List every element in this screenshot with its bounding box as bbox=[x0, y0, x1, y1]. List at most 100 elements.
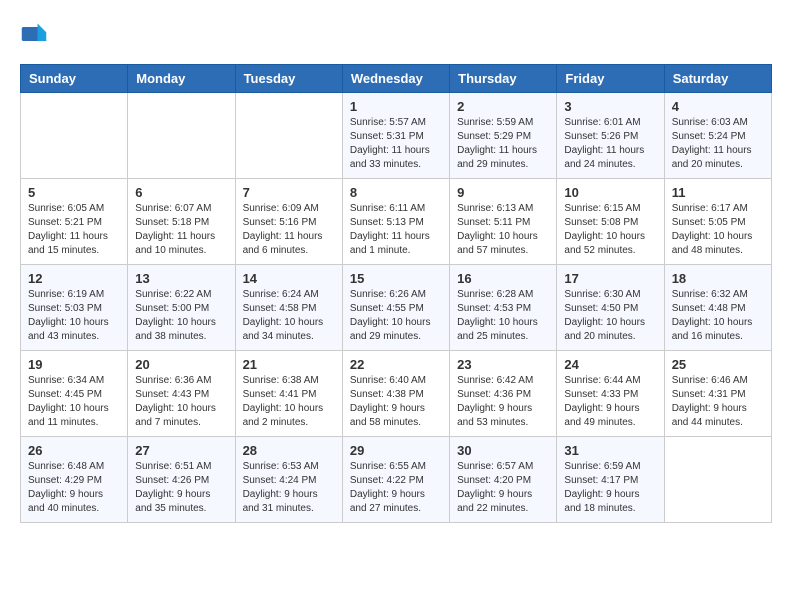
calendar-cell: 9 Sunrise: 6:13 AM Sunset: 5:11 PM Daylig… bbox=[450, 179, 557, 265]
day-info: Sunrise: 6:28 AM Sunset: 4:53 PM Dayligh… bbox=[457, 288, 549, 344]
day-info: Sunrise: 6:17 AM Sunset: 5:05 PM Dayligh… bbox=[672, 202, 764, 258]
calendar-week-row: 19 Sunrise: 6:34 AM Sunset: 4:45 PM Dayli… bbox=[21, 351, 772, 437]
day-of-week-header: Saturday bbox=[664, 65, 771, 93]
day-number: 13 bbox=[135, 271, 227, 286]
day-info: Sunrise: 6:24 AM Sunset: 4:58 PM Dayligh… bbox=[243, 288, 335, 344]
day-number: 3 bbox=[564, 99, 656, 114]
day-info: Sunrise: 6:36 AM Sunset: 4:43 PM Dayligh… bbox=[135, 374, 227, 430]
calendar-cell: 24 Sunrise: 6:44 AM Sunset: 4:33 PM Dayli… bbox=[557, 351, 664, 437]
calendar-cell: 12Sunrise: 6:19 AM Sunset: 5:03 PM Dayli… bbox=[21, 265, 128, 351]
day-info: Sunrise: 6:15 AM Sunset: 5:08 PM Dayligh… bbox=[564, 202, 656, 258]
day-info: Sunrise: 6:42 AM Sunset: 4:36 PM Dayligh… bbox=[457, 374, 549, 430]
calendar-cell: 26 Sunrise: 6:48 AM Sunset: 4:29 PM Dayli… bbox=[21, 437, 128, 523]
calendar-cell: 4 Sunrise: 6:03 AM Sunset: 5:24 PM Daylig… bbox=[664, 93, 771, 179]
day-of-week-header: Sunday bbox=[21, 65, 128, 93]
calendar-cell bbox=[235, 93, 342, 179]
day-number: 19 bbox=[28, 357, 120, 372]
day-info: Sunrise: 6:11 AM Sunset: 5:13 PM Dayligh… bbox=[350, 202, 442, 258]
day-number: 2 bbox=[457, 99, 549, 114]
day-info: Sunrise: 6:55 AM Sunset: 4:22 PM Dayligh… bbox=[350, 460, 442, 516]
day-info: Sunrise: 6:01 AM Sunset: 5:26 PM Dayligh… bbox=[564, 116, 656, 172]
day-number: 18 bbox=[672, 271, 764, 286]
day-info: Sunrise: 6:53 AM Sunset: 4:24 PM Dayligh… bbox=[243, 460, 335, 516]
day-number: 26 bbox=[28, 443, 120, 458]
calendar-cell: 22 Sunrise: 6:40 AM Sunset: 4:38 PM Dayli… bbox=[342, 351, 449, 437]
day-info: Sunrise: 6:40 AM Sunset: 4:38 PM Dayligh… bbox=[350, 374, 442, 430]
day-number: 15 bbox=[350, 271, 442, 286]
day-number: 11 bbox=[672, 185, 764, 200]
day-info: Sunrise: 6:32 AM Sunset: 4:48 PM Dayligh… bbox=[672, 288, 764, 344]
calendar-cell: 2Sunrise: 5:59 AM Sunset: 5:29 PM Daylig… bbox=[450, 93, 557, 179]
calendar-cell: 11 Sunrise: 6:17 AM Sunset: 5:05 PM Dayli… bbox=[664, 179, 771, 265]
calendar-week-row: 12Sunrise: 6:19 AM Sunset: 5:03 PM Dayli… bbox=[21, 265, 772, 351]
day-info: Sunrise: 6:09 AM Sunset: 5:16 PM Dayligh… bbox=[243, 202, 335, 258]
day-info: Sunrise: 6:59 AM Sunset: 4:17 PM Dayligh… bbox=[564, 460, 656, 516]
day-number: 29 bbox=[350, 443, 442, 458]
calendar-week-row: 1Sunrise: 5:57 AM Sunset: 5:31 PM Daylig… bbox=[21, 93, 772, 179]
day-number: 17 bbox=[564, 271, 656, 286]
day-of-week-header: Monday bbox=[128, 65, 235, 93]
day-number: 23 bbox=[457, 357, 549, 372]
calendar-cell: 10 Sunrise: 6:15 AM Sunset: 5:08 PM Dayli… bbox=[557, 179, 664, 265]
day-info: Sunrise: 6:13 AM Sunset: 5:11 PM Dayligh… bbox=[457, 202, 549, 258]
calendar-cell: 25 Sunrise: 6:46 AM Sunset: 4:31 PM Dayli… bbox=[664, 351, 771, 437]
day-number: 14 bbox=[243, 271, 335, 286]
day-number: 16 bbox=[457, 271, 549, 286]
logo bbox=[20, 20, 52, 48]
calendar-week-row: 26 Sunrise: 6:48 AM Sunset: 4:29 PM Dayli… bbox=[21, 437, 772, 523]
day-info: Sunrise: 6:34 AM Sunset: 4:45 PM Dayligh… bbox=[28, 374, 120, 430]
calendar-cell: 17 Sunrise: 6:30 AM Sunset: 4:50 PM Dayli… bbox=[557, 265, 664, 351]
day-number: 8 bbox=[350, 185, 442, 200]
day-info: Sunrise: 6:51 AM Sunset: 4:26 PM Dayligh… bbox=[135, 460, 227, 516]
calendar-cell: 31 Sunrise: 6:59 AM Sunset: 4:17 PM Dayli… bbox=[557, 437, 664, 523]
calendar-cell: 13Sunrise: 6:22 AM Sunset: 5:00 PM Dayli… bbox=[128, 265, 235, 351]
day-info: Sunrise: 6:03 AM Sunset: 5:24 PM Dayligh… bbox=[672, 116, 764, 172]
calendar-cell bbox=[664, 437, 771, 523]
day-number: 12 bbox=[28, 271, 120, 286]
day-info: Sunrise: 6:05 AM Sunset: 5:21 PM Dayligh… bbox=[28, 202, 120, 258]
header-row: SundayMondayTuesdayWednesdayThursdayFrid… bbox=[21, 65, 772, 93]
day-number: 20 bbox=[135, 357, 227, 372]
calendar-cell bbox=[128, 93, 235, 179]
calendar-cell: 3 Sunrise: 6:01 AM Sunset: 5:26 PM Daylig… bbox=[557, 93, 664, 179]
calendar-cell: 21 Sunrise: 6:38 AM Sunset: 4:41 PM Dayli… bbox=[235, 351, 342, 437]
day-number: 21 bbox=[243, 357, 335, 372]
day-number: 28 bbox=[243, 443, 335, 458]
calendar-week-row: 5 Sunrise: 6:05 AM Sunset: 5:21 PM Daylig… bbox=[21, 179, 772, 265]
day-info: Sunrise: 6:57 AM Sunset: 4:20 PM Dayligh… bbox=[457, 460, 549, 516]
day-number: 5 bbox=[28, 185, 120, 200]
day-number: 10 bbox=[564, 185, 656, 200]
day-number: 30 bbox=[457, 443, 549, 458]
calendar-cell: 20 Sunrise: 6:36 AM Sunset: 4:43 PM Dayli… bbox=[128, 351, 235, 437]
calendar-body: 1Sunrise: 5:57 AM Sunset: 5:31 PM Daylig… bbox=[21, 93, 772, 523]
calendar-cell: 18 Sunrise: 6:32 AM Sunset: 4:48 PM Dayli… bbox=[664, 265, 771, 351]
day-number: 9 bbox=[457, 185, 549, 200]
day-number: 4 bbox=[672, 99, 764, 114]
logo-icon bbox=[20, 20, 48, 48]
day-number: 27 bbox=[135, 443, 227, 458]
day-of-week-header: Tuesday bbox=[235, 65, 342, 93]
day-info: Sunrise: 6:46 AM Sunset: 4:31 PM Dayligh… bbox=[672, 374, 764, 430]
day-info: Sunrise: 6:44 AM Sunset: 4:33 PM Dayligh… bbox=[564, 374, 656, 430]
calendar-cell: 15 Sunrise: 6:26 AM Sunset: 4:55 PM Dayli… bbox=[342, 265, 449, 351]
calendar-cell: 27 Sunrise: 6:51 AM Sunset: 4:26 PM Dayli… bbox=[128, 437, 235, 523]
day-number: 6 bbox=[135, 185, 227, 200]
day-info: Sunrise: 6:30 AM Sunset: 4:50 PM Dayligh… bbox=[564, 288, 656, 344]
day-info: Sunrise: 6:38 AM Sunset: 4:41 PM Dayligh… bbox=[243, 374, 335, 430]
day-number: 22 bbox=[350, 357, 442, 372]
calendar-cell: 16 Sunrise: 6:28 AM Sunset: 4:53 PM Dayli… bbox=[450, 265, 557, 351]
calendar-cell: 1Sunrise: 5:57 AM Sunset: 5:31 PM Daylig… bbox=[342, 93, 449, 179]
day-number: 25 bbox=[672, 357, 764, 372]
day-info: Sunrise: 6:48 AM Sunset: 4:29 PM Dayligh… bbox=[28, 460, 120, 516]
calendar-cell bbox=[21, 93, 128, 179]
calendar-cell: 6Sunrise: 6:07 AM Sunset: 5:18 PM Daylig… bbox=[128, 179, 235, 265]
day-number: 24 bbox=[564, 357, 656, 372]
day-info: Sunrise: 6:26 AM Sunset: 4:55 PM Dayligh… bbox=[350, 288, 442, 344]
day-of-week-header: Wednesday bbox=[342, 65, 449, 93]
day-number: 7 bbox=[243, 185, 335, 200]
calendar-cell: 23 Sunrise: 6:42 AM Sunset: 4:36 PM Dayli… bbox=[450, 351, 557, 437]
calendar-cell: 5 Sunrise: 6:05 AM Sunset: 5:21 PM Daylig… bbox=[21, 179, 128, 265]
calendar-cell: 19 Sunrise: 6:34 AM Sunset: 4:45 PM Dayli… bbox=[21, 351, 128, 437]
calendar-cell: 30 Sunrise: 6:57 AM Sunset: 4:20 PM Dayli… bbox=[450, 437, 557, 523]
day-number: 31 bbox=[564, 443, 656, 458]
